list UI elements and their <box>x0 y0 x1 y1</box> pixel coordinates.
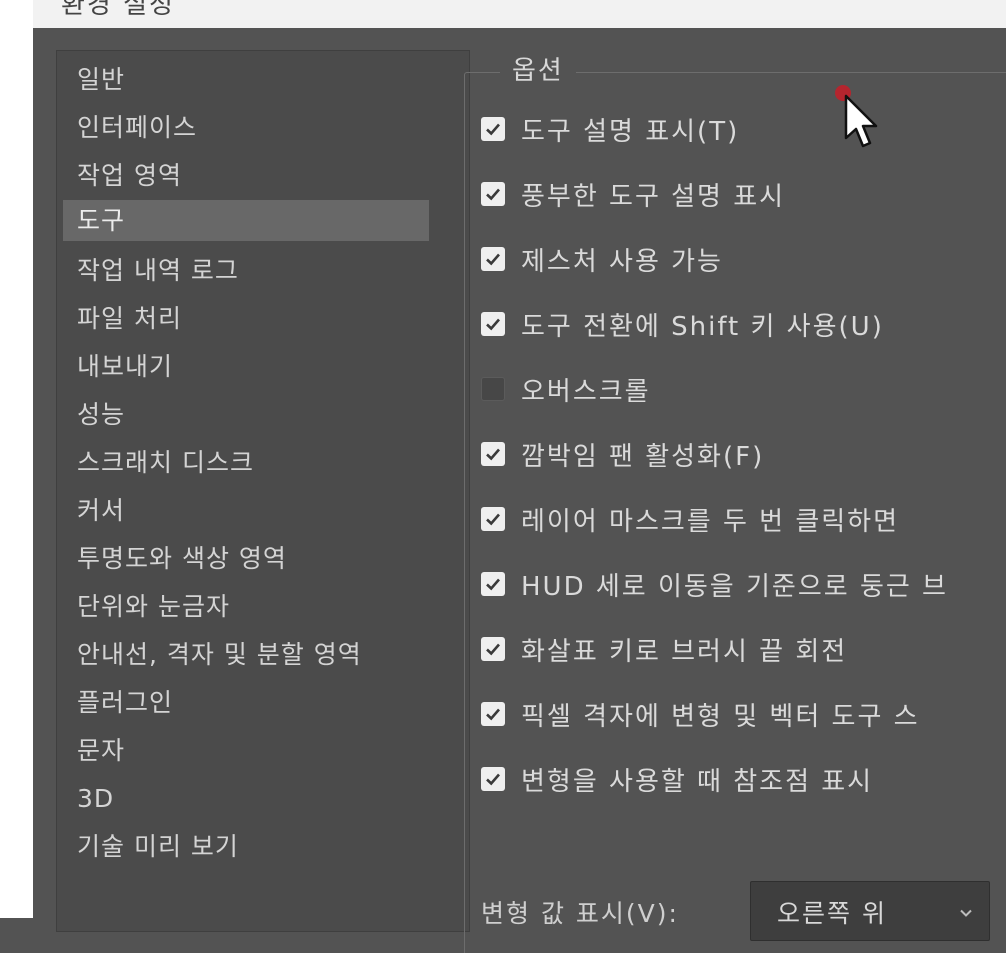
transform-values-select[interactable]: 오른쪽 위 <box>750 881 990 941</box>
background-strip <box>0 0 33 918</box>
sidebar-item-3d[interactable]: 3D <box>63 778 429 819</box>
sidebar-item-units-rulers[interactable]: 단위와 눈금자 <box>63 586 429 627</box>
option-snap-to-pixel-grid[interactable]: 픽셀 격자에 변형 및 벡터 도구 스 <box>481 694 920 734</box>
checkbox-checked-icon[interactable] <box>481 507 505 531</box>
option-shift-key-tool-switch[interactable]: 도구 전환에 Shift 키 사용(U) <box>481 304 884 344</box>
sidebar-item-file-handling[interactable]: 파일 처리 <box>63 298 429 339</box>
title-bar: 환경 설정 <box>33 0 1006 28</box>
sidebar-item-cursors[interactable]: 커서 <box>63 490 429 531</box>
checkbox-checked-icon[interactable] <box>481 182 505 206</box>
option-label: 레이어 마스크를 두 번 클릭하면 <box>521 506 900 537</box>
checkbox-checked-icon[interactable] <box>481 702 505 726</box>
checkbox-checked-icon[interactable] <box>481 442 505 466</box>
sidebar-item-workspace[interactable]: 작업 영역 <box>63 155 429 196</box>
checkbox-checked-icon[interactable] <box>481 312 505 336</box>
transform-values-selected: 오른쪽 위 <box>777 899 887 928</box>
sidebar-item-history-log[interactable]: 작업 내역 로그 <box>63 250 429 291</box>
option-label: 픽셀 격자에 변형 및 벡터 도구 스 <box>521 701 920 732</box>
window-title: 환경 설정 <box>61 0 175 20</box>
option-label: 화살표 키로 브러시 끝 회전 <box>521 636 848 667</box>
sidebar-item-type[interactable]: 문자 <box>63 730 429 771</box>
option-label: 제스처 사용 가능 <box>521 246 723 277</box>
option-flick-panning[interactable]: 깜박임 팬 활성화(F) <box>481 434 764 474</box>
option-overscroll[interactable]: 오버스크롤 <box>481 369 651 409</box>
sidebar-item-general[interactable]: 일반 <box>63 59 429 100</box>
option-label: 도구 전환에 Shift 키 사용(U) <box>521 311 884 342</box>
option-label: 깜박임 팬 활성화(F) <box>521 441 765 472</box>
option-label: 풍부한 도구 설명 표시 <box>521 181 786 212</box>
checkbox-checked-icon[interactable] <box>481 247 505 271</box>
sidebar-item-scratch-disks[interactable]: 스크래치 디스크 <box>63 442 429 483</box>
mouse-pointer-icon <box>844 94 878 148</box>
sidebar-item-tools[interactable]: 도구 <box>63 200 429 241</box>
option-show-tooltips[interactable]: 도구 설명 표시(T) <box>481 109 739 149</box>
sidebar-item-interface[interactable]: 인터페이스 <box>63 107 429 148</box>
option-label: 변형을 사용할 때 참조점 표시 <box>521 766 874 797</box>
sidebar-item-transparency-gamut[interactable]: 투명도와 색상 영역 <box>63 538 429 579</box>
option-enable-gestures[interactable]: 제스처 사용 가능 <box>481 239 723 279</box>
checkbox-checked-icon[interactable] <box>481 572 505 596</box>
sidebar-item-performance[interactable]: 성능 <box>63 394 429 435</box>
option-show-reference-point[interactable]: 변형을 사용할 때 참조점 표시 <box>481 759 873 799</box>
sidebar-item-guides-grid-slices[interactable]: 안내선, 격자 및 분할 영역 <box>63 634 429 675</box>
option-label: 오버스크롤 <box>521 376 651 407</box>
checkbox-unchecked-icon[interactable] <box>481 377 505 401</box>
option-rich-tooltips[interactable]: 풍부한 도구 설명 표시 <box>481 174 785 214</box>
option-arrow-keys-rotate-brush[interactable]: 화살표 키로 브러시 끝 회전 <box>481 629 847 669</box>
preferences-category-list: 일반 인터페이스 작업 영역 도구 작업 내역 로그 파일 처리 내보내기 성능… <box>56 50 470 932</box>
options-group-legend: 옵션 <box>500 51 576 91</box>
option-hud-vertical-movement[interactable]: HUD 세로 이동을 기준으로 둥근 브 <box>481 564 948 604</box>
sidebar-item-plugins[interactable]: 플러그인 <box>63 682 429 723</box>
transform-values-label: 변형 값 표시(V): <box>481 899 679 928</box>
sidebar-item-export[interactable]: 내보내기 <box>63 346 429 387</box>
checkbox-checked-icon[interactable] <box>481 767 505 791</box>
option-label: HUD 세로 이동을 기준으로 둥근 브 <box>521 571 948 602</box>
option-label: 도구 설명 표시(T) <box>521 116 740 147</box>
checkbox-checked-icon[interactable] <box>481 117 505 141</box>
preferences-dialog: 일반 인터페이스 작업 영역 도구 작업 내역 로그 파일 처리 내보내기 성능… <box>33 28 1006 953</box>
checkbox-checked-icon[interactable] <box>481 637 505 661</box>
sidebar-item-technology-previews[interactable]: 기술 미리 보기 <box>63 826 429 867</box>
option-layer-mask-double-click[interactable]: 레이어 마스크를 두 번 클릭하면 <box>481 499 899 539</box>
